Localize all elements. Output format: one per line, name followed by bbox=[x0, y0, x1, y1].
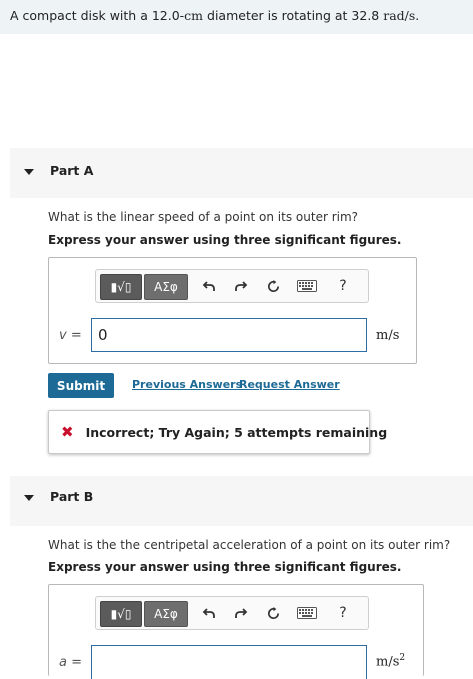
template-button[interactable]: ▮√▯ bbox=[100, 274, 142, 300]
problem-statement: A compact disk with a 12.0-cm diameter i… bbox=[0, 0, 473, 34]
part-b-question: What is the the centripetal acceleration… bbox=[48, 538, 451, 552]
part-a-title: Part A bbox=[50, 163, 94, 178]
math-toolbar: ▮√▯ ΑΣφ ? bbox=[95, 596, 369, 630]
part-b-answer-box: ▮√▯ ΑΣφ ? a = m/s2 bbox=[48, 584, 424, 679]
redo-icon[interactable] bbox=[230, 603, 252, 623]
part-b-instruction: Express your answer using three signific… bbox=[48, 560, 402, 574]
request-answer-link[interactable]: Request Answer bbox=[239, 378, 340, 391]
unit-label: m/s2 bbox=[376, 653, 406, 670]
previous-answers-link[interactable]: Previous Answers bbox=[132, 378, 242, 391]
undo-icon[interactable] bbox=[198, 603, 220, 623]
answer-input[interactable]: 0 bbox=[91, 318, 367, 352]
variable-label: a = bbox=[59, 655, 82, 670]
help-button[interactable]: ? bbox=[332, 276, 354, 296]
collapse-caret-icon bbox=[24, 169, 34, 175]
part-a-header[interactable]: Part A bbox=[10, 148, 473, 198]
part-b-header[interactable]: Part B bbox=[10, 476, 473, 526]
submit-button[interactable]: Submit bbox=[48, 373, 114, 398]
diameter-unit: cm bbox=[184, 8, 204, 23]
unit-label: m/s bbox=[376, 328, 400, 343]
part-a-question: What is the linear speed of a point on i… bbox=[48, 210, 359, 224]
template-button[interactable]: ▮√▯ bbox=[100, 601, 142, 627]
help-button[interactable]: ? bbox=[332, 603, 354, 623]
answer-input[interactable] bbox=[91, 645, 367, 679]
problem-text: A compact disk with a 12.0-cm diameter i… bbox=[10, 8, 420, 23]
reset-icon[interactable] bbox=[262, 603, 284, 623]
part-b-title: Part B bbox=[50, 489, 94, 504]
part-a-answer-box: ▮√▯ ΑΣφ ? v = 0 m/s bbox=[48, 257, 417, 364]
redo-icon[interactable] bbox=[230, 276, 252, 296]
keyboard-icon[interactable] bbox=[294, 276, 320, 296]
greek-symbols-button[interactable]: ΑΣφ bbox=[144, 274, 188, 300]
collapse-caret-icon bbox=[24, 495, 34, 501]
undo-icon[interactable] bbox=[198, 276, 220, 296]
rate-unit: rad/s bbox=[383, 8, 416, 23]
greek-symbols-button[interactable]: ΑΣφ bbox=[144, 601, 188, 627]
part-a-instruction: Express your answer using three signific… bbox=[48, 233, 402, 247]
incorrect-x-icon: ✖ bbox=[61, 423, 74, 441]
math-toolbar: ▮√▯ ΑΣφ ? bbox=[95, 269, 369, 303]
feedback-text: Incorrect; Try Again; 5 attempts remaini… bbox=[85, 424, 388, 440]
reset-icon[interactable] bbox=[262, 276, 284, 296]
variable-label: v = bbox=[59, 328, 82, 343]
keyboard-icon[interactable] bbox=[294, 603, 320, 623]
feedback-box: ✖ Incorrect; Try Again; 5 attempts remai… bbox=[48, 410, 387, 454]
